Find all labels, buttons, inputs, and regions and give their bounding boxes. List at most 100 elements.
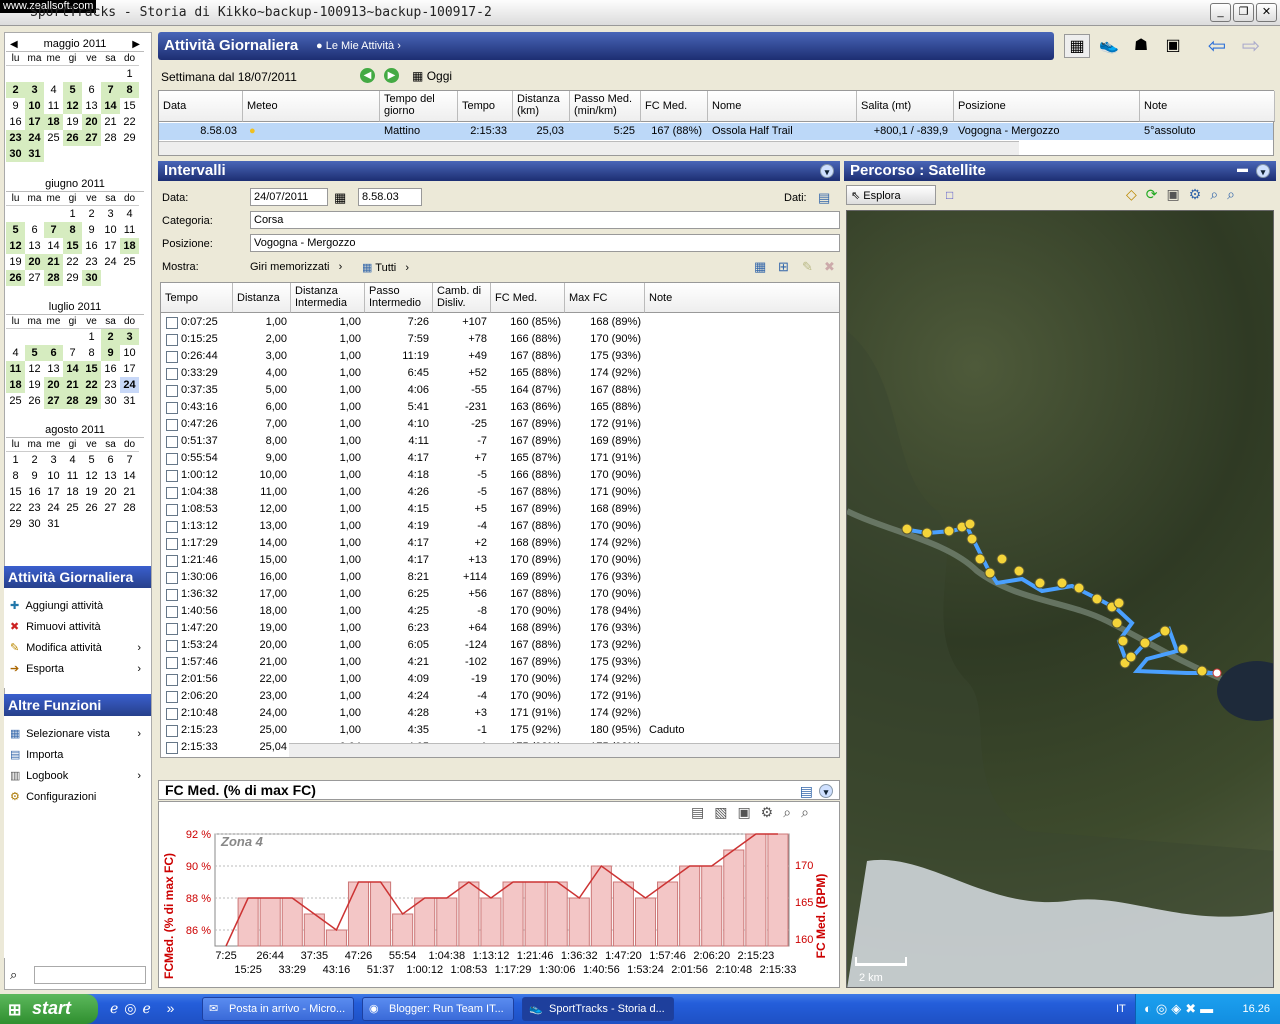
calendar-day[interactable]: 11 [44,98,63,114]
table-row[interactable]: 1:17:29 14,00 1,00 4:17 +2 168 (89%) 174 (92%) [161,535,839,552]
row-checkbox[interactable] [166,606,178,618]
calendar-day[interactable]: 28 [44,270,63,286]
calendar-day[interactable]: 9 [25,468,44,484]
calendar-day[interactable]: 9 [82,222,101,238]
explore-button[interactable]: ⇖ Esplora [846,185,936,205]
column-header[interactable]: Note [1140,91,1275,122]
calendar-day[interactable]: 13 [82,98,101,114]
calendar-day[interactable]: 22 [120,114,139,130]
row-checkbox[interactable] [166,317,178,329]
calendar-day[interactable]: 1 [82,329,101,345]
pencil-icon[interactable]: ✎ [802,259,813,275]
calendar-day[interactable]: 21 [44,254,63,270]
calendar-day[interactable]: 5 [82,452,101,468]
calendar-day[interactable]: 25 [6,393,25,409]
calendar-day[interactable]: 27 [82,130,101,146]
calendar-day[interactable]: 26 [82,500,101,516]
table-row[interactable]: 1:13:12 13,00 1,00 4:19 -4 167 (88%) 170 (90%) [161,518,839,535]
calendar-day[interactable]: 1 [63,206,82,222]
calendar-day[interactable]: 20 [101,484,120,500]
calendar-day[interactable]: 20 [44,377,63,393]
calendar-day[interactable]: 10 [120,345,139,361]
calendar-day[interactable]: 4 [6,345,25,361]
calendar-day[interactable]: 7 [120,452,139,468]
table-row[interactable]: 1:21:46 15,00 1,00 4:17 +13 170 (89%) 170 (90%… [161,552,839,569]
calendar-day[interactable]: 1 [6,452,25,468]
athlete-icon[interactable]: ☗ [1128,34,1154,58]
row-checkbox[interactable] [166,589,178,601]
calendar-day[interactable]: 18 [6,377,25,393]
table-row[interactable]: 0:55:54 9,00 1,00 4:17 +7 165 (87%) 171 (91%) [161,450,839,467]
time-input[interactable]: 8.58.03 [358,188,422,206]
calendar-day[interactable]: 19 [25,377,44,393]
table-row[interactable]: 1:40:56 18,00 1,00 4:25 -8 170 (90%) 178 (94%) [161,603,839,620]
calendar-day[interactable]: 7 [63,345,82,361]
calendar-day[interactable]: 18 [63,484,82,500]
calendar-day[interactable]: 21 [101,114,120,130]
calendar-day[interactable]: 7 [44,222,63,238]
column-header[interactable]: Salita (mt) [857,91,954,122]
row-checkbox[interactable] [166,572,178,584]
row-checkbox[interactable] [166,487,178,499]
calendar-day[interactable]: 6 [82,82,101,98]
column-header[interactable]: Distanza [233,283,291,313]
calendar-day[interactable]: 29 [6,516,25,532]
calendar-day[interactable]: 12 [25,361,44,377]
tray-icons[interactable]: ◐◎◈✖▬ [1144,1001,1217,1017]
calendar-view-icon[interactable]: ▦ [1064,34,1090,58]
row-checkbox[interactable] [166,725,178,737]
calendar-day[interactable]: 30 [25,516,44,532]
calendar-day[interactable]: 5 [25,345,44,361]
calendar-day[interactable]: 14 [63,361,82,377]
horizontal-scrollbar[interactable] [289,743,839,757]
calendar-day[interactable]: 24 [25,130,44,146]
calendar-day[interactable]: 18 [44,114,63,130]
column-header[interactable]: Tempo del giorno [380,91,458,122]
calendar-day[interactable]: 28 [120,500,139,516]
calendar-day[interactable]: 3 [44,452,63,468]
calendar-day[interactable]: 9 [101,345,120,361]
row-checkbox[interactable] [166,334,178,346]
calendar-day[interactable]: 23 [101,377,120,393]
calendar-day[interactable]: 13 [101,468,120,484]
column-header[interactable]: Note [645,283,839,313]
calendar-day[interactable]: 4 [44,82,63,98]
calendar-day[interactable]: 12 [63,98,82,114]
calendar-day[interactable]: 17 [44,484,63,500]
calendar-day[interactable]: 25 [120,254,139,270]
calendar-day[interactable]: 31 [120,393,139,409]
calendar-day[interactable]: 8 [63,222,82,238]
data-settings-icon[interactable]: ▤ [818,190,830,206]
table-row[interactable]: 0:47:26 7,00 1,00 4:10 -25 167 (89%) 172 (91%) [161,416,839,433]
calendar-day[interactable]: 8 [120,82,139,98]
table-row[interactable]: 1:47:20 19,00 1,00 6:23 +64 168 (89%) 176 (93%… [161,620,839,637]
calendar-day[interactable]: 23 [82,254,101,270]
calendar-day[interactable]: 11 [63,468,82,484]
start-button[interactable]: ⊞ start [0,994,98,1024]
column-header[interactable]: Meteo [243,91,380,122]
calendar-day[interactable]: 23 [25,500,44,516]
calendar-day[interactable]: 27 [101,500,120,516]
show-select[interactable]: Giri memorizzati › [250,261,342,273]
calendar-day[interactable]: 31 [25,146,44,162]
row-checkbox[interactable] [166,674,178,686]
remove-activity[interactable]: ✖ Rimuovi attività [4,617,151,638]
column-header[interactable]: Data [159,91,243,122]
language-indicator[interactable]: IT [1116,1003,1126,1015]
prev-week-button[interactable]: ◀ [360,68,375,83]
import[interactable]: ▤ Importa [4,745,151,766]
calendar-day[interactable]: 28 [63,393,82,409]
layout-icon[interactable]: ▤ [800,783,813,800]
calendar-day[interactable]: 26 [63,130,82,146]
add-icon[interactable]: ⊞ [778,259,789,275]
position-select[interactable]: Vogogna - Mergozzo [250,234,840,252]
calendar-day[interactable]: 17 [101,238,120,254]
calendar-day[interactable]: 6 [101,452,120,468]
maximize-button[interactable]: ❐ [1233,3,1254,22]
calendar-day[interactable]: 3 [120,329,139,345]
layout-icon[interactable]: ▬ [1237,163,1248,175]
title-bar[interactable]: www.zeallsoft.com SportTracks - Storia d… [0,0,1280,26]
calendar-day[interactable]: 14 [101,98,120,114]
calendar-day[interactable]: 16 [101,361,120,377]
calendar-day[interactable]: 29 [120,130,139,146]
